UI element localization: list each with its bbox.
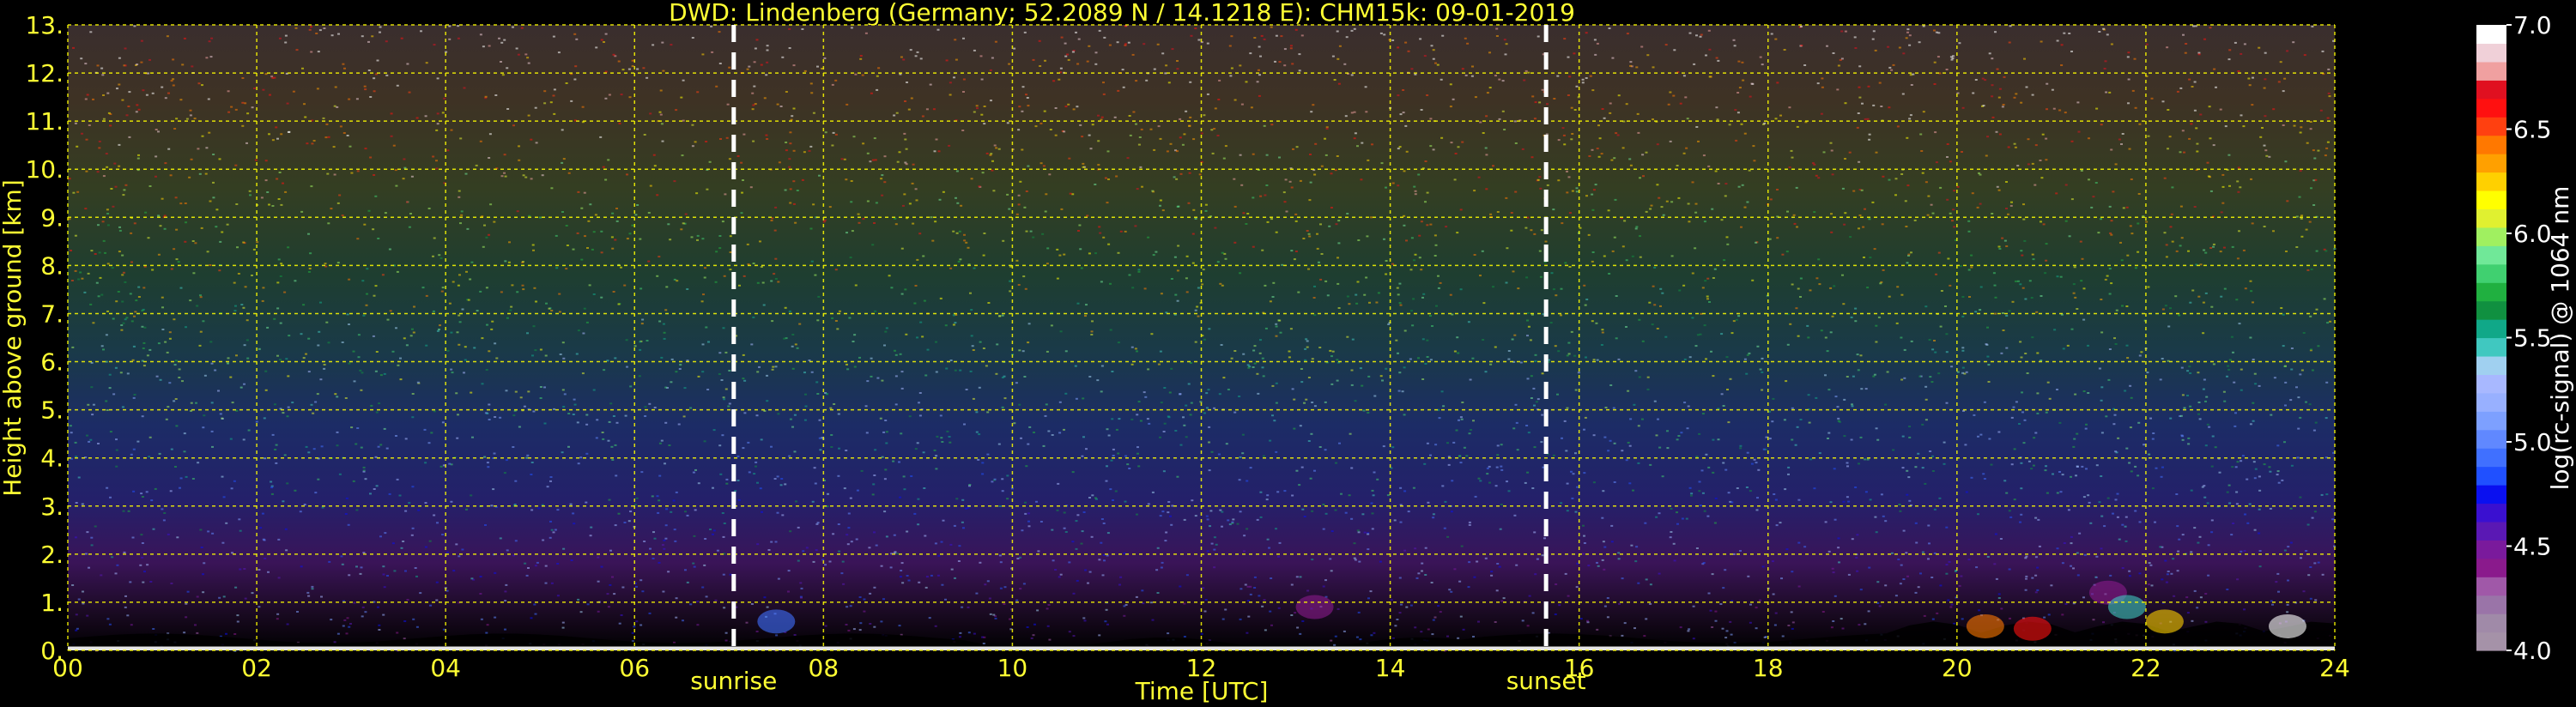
colorbar-swatch: [2476, 540, 2506, 559]
colorbar-swatch: [2476, 466, 2506, 486]
y-tick-label: 13.: [25, 11, 64, 39]
colorbar-swatch: [2476, 503, 2506, 523]
y-tick-label: 7.: [40, 299, 64, 328]
x-tick-label: 20: [1942, 654, 1973, 682]
ceilometer-chart: DWD: Lindenberg (Germany; 52.2089 N / 14…: [0, 0, 2574, 705]
colorbar-tick-label: 4.5: [2513, 533, 2552, 561]
colorbar-swatch: [2476, 25, 2506, 45]
colorbar-tick-label: 6.5: [2513, 116, 2552, 144]
y-axis-ticks: 0.1.2.3.4.5.6.7.8.9.10.11.12.13.: [25, 11, 64, 665]
x-tick-label: 00: [52, 654, 83, 682]
x-tick-label: 22: [2131, 654, 2161, 682]
y-tick-label: 5.: [40, 396, 64, 425]
colorbar-swatch: [2476, 172, 2506, 191]
colorbar-ticks: 4.04.55.05.56.06.57.0: [2506, 11, 2552, 665]
colorbar-swatch: [2476, 355, 2506, 375]
colorbar-swatch: [2476, 448, 2506, 468]
y-tick-label: 9.: [40, 203, 64, 232]
x-tick-label: 06: [619, 654, 650, 682]
colorbar-swatch: [2476, 80, 2506, 100]
x-tick-label: 04: [430, 654, 461, 682]
x-tick-label: 08: [809, 654, 839, 682]
colorbar-swatch: [2476, 337, 2506, 357]
y-tick-label: 6.: [40, 348, 64, 377]
x-tick-label: 10: [997, 654, 1028, 682]
colorbar-swatch: [2476, 190, 2506, 210]
x-axis-label: Time [UTC]: [1135, 677, 1269, 705]
y-tick-label: 11.: [25, 107, 64, 136]
colorbar-swatch: [2476, 263, 2506, 283]
y-tick-label: 3.: [40, 492, 64, 521]
colorbar-swatch: [2476, 577, 2506, 596]
colorbar-swatch: [2476, 154, 2506, 173]
colorbar-swatch: [2476, 411, 2506, 431]
colorbar-swatch: [2476, 300, 2506, 320]
colorbar-swatch: [2476, 98, 2506, 118]
colorbar-swatch: [2476, 245, 2506, 265]
x-tick-label: 18: [1753, 654, 1784, 682]
y-tick-label: 1.: [40, 589, 64, 617]
colorbar: 4.04.55.05.56.06.57.0 log(rc-signal) @ 1…: [2476, 11, 2574, 665]
colorbar-swatches: [2476, 25, 2506, 651]
colorbar-swatch: [2476, 631, 2506, 651]
y-axis-label: Height above ground [km]: [0, 179, 27, 497]
y-tick-label: 4.: [40, 444, 64, 473]
colorbar-swatch: [2476, 319, 2506, 339]
x-tick-label: 14: [1375, 654, 1406, 682]
colorbar-swatch: [2476, 117, 2506, 136]
colorbar-swatch: [2476, 61, 2506, 81]
x-tick-label: 24: [2319, 654, 2350, 682]
colorbar-swatch: [2476, 227, 2506, 246]
marker-label-sunrise: sunrise: [690, 667, 777, 695]
colorbar-swatch: [2476, 429, 2506, 449]
x-tick-label: 02: [241, 654, 272, 682]
colorbar-swatch: [2476, 374, 2506, 394]
colorbar-swatch: [2476, 485, 2506, 505]
colorbar-tick-label: 7.0: [2513, 11, 2552, 39]
colorbar-swatch: [2476, 595, 2506, 614]
colorbar-swatch: [2476, 392, 2506, 412]
colorbar-swatch: [2476, 558, 2506, 577]
colorbar-swatch: [2476, 282, 2506, 302]
y-tick-label: 8.: [40, 251, 64, 280]
colorbar-swatch: [2476, 135, 2506, 154]
colorbar-swatch: [2476, 43, 2506, 63]
colorbar-swatch: [2476, 613, 2506, 633]
y-tick-label: 2.: [40, 541, 64, 569]
plot-area: sunrise sunset: [67, 24, 2337, 695]
chart-title: DWD: Lindenberg (Germany; 52.2089 N / 14…: [669, 0, 1575, 27]
colorbar-swatch: [2476, 208, 2506, 228]
colorbar-label: log(rc-signal) @ 1064 nm: [2546, 186, 2574, 491]
y-tick-label: 10.: [25, 155, 64, 184]
y-tick-label: 12.: [25, 59, 64, 88]
colorbar-swatch: [2476, 521, 2506, 541]
x-tick-label: 16: [1564, 654, 1595, 682]
colorbar-tick-label: 4.0: [2513, 637, 2552, 665]
